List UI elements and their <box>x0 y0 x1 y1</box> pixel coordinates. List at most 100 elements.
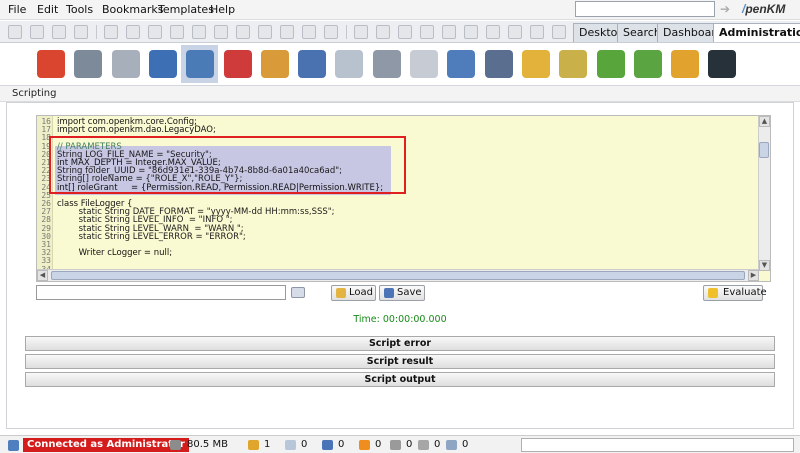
toolbar-add-icon[interactable] <box>148 25 162 39</box>
toolbar-find-icon[interactable] <box>30 25 44 39</box>
tab-administration[interactable]: Administration <box>713 23 800 42</box>
admin-printer-button[interactable] <box>368 45 405 83</box>
toolbar-refresh-icon[interactable] <box>354 25 368 39</box>
floppy-disk-icon <box>384 288 394 298</box>
toolbar-unlock-icon[interactable] <box>126 25 140 39</box>
menu-tools[interactable]: Tools <box>66 3 93 16</box>
code-line: import com.openkm.dao.LegacyDAO; <box>57 125 216 135</box>
horizontal-scrollbar[interactable]: ◀ ▶ <box>37 269 759 281</box>
toolbar-download-icon[interactable] <box>420 25 434 39</box>
line-number: 28 <box>41 215 51 224</box>
admin-monitor-button[interactable] <box>144 45 181 83</box>
toolbar-copy-icon[interactable] <box>280 25 294 39</box>
monitor-icon <box>148 50 177 78</box>
status-count: 0 <box>434 439 441 450</box>
scissors-icon <box>223 50 252 78</box>
toolbar-cancel-icon[interactable] <box>214 25 228 39</box>
vertical-scrollbar[interactable]: ▲ ▼ <box>758 116 770 271</box>
scroll-up-icon[interactable]: ▲ <box>759 116 770 127</box>
settings-gear-icon <box>446 50 475 78</box>
toolbar-scanner-icon[interactable] <box>508 25 522 39</box>
admin-import-button[interactable] <box>629 45 666 83</box>
toolbar-paste-icon[interactable] <box>302 25 316 39</box>
toolbar-workflow-icon[interactable] <box>486 25 500 39</box>
admin-scissors-button[interactable] <box>219 45 256 83</box>
scroll-down-icon[interactable]: ▼ <box>759 260 770 271</box>
toolbar-pdf-icon[interactable] <box>442 25 456 39</box>
toolbar-separator <box>346 25 347 39</box>
subscriptions-icon[interactable] <box>359 440 370 450</box>
admin-report-button[interactable] <box>330 45 367 83</box>
export-icon <box>670 50 699 78</box>
mail-icon[interactable] <box>390 440 401 450</box>
menu-file[interactable]: File <box>8 3 26 16</box>
toolbar: Desktop Search Dashboard Administration <box>0 21 800 43</box>
menu-templates[interactable]: Templates <box>158 3 214 16</box>
scroll-right-icon[interactable]: ▶ <box>748 270 759 281</box>
admin-workflow-button[interactable] <box>480 45 517 83</box>
toolbar-upload-icon[interactable] <box>52 25 66 39</box>
admin-terminal-button[interactable] <box>703 45 740 83</box>
checkout-docs-icon[interactable] <box>322 440 333 450</box>
menu-bookmarks[interactable]: Bookmarks <box>102 3 163 16</box>
toolbar-send-icon[interactable] <box>398 25 412 39</box>
admin-language-button[interactable] <box>554 45 591 83</box>
lightning-icon <box>708 288 718 298</box>
toolbar-lock-icon[interactable] <box>104 25 118 39</box>
breadcrumb: Scripting <box>0 86 800 102</box>
admin-crontab-clock-button[interactable] <box>517 45 554 83</box>
toolbar-checkin-icon[interactable] <box>192 25 206 39</box>
script-output-section[interactable]: Script output <box>25 372 775 387</box>
menu-help[interactable]: Help <box>210 3 235 16</box>
browse-file-icon[interactable] <box>291 287 305 298</box>
folders-icon <box>596 50 625 78</box>
toolbar-uploader-icon[interactable] <box>530 25 544 39</box>
toolbar-checkout-icon[interactable] <box>170 25 184 39</box>
connection-status: Connected as Administrator <box>23 438 189 452</box>
horizontal-scroll-thumb[interactable] <box>51 271 745 280</box>
menu-edit[interactable]: Edit <box>37 3 58 16</box>
admin-home-button[interactable] <box>32 45 69 83</box>
scroll-left-icon[interactable]: ◀ <box>37 270 48 281</box>
admin-tools-button[interactable] <box>69 45 106 83</box>
vertical-scroll-thumb[interactable] <box>759 142 769 158</box>
locked-docs-icon[interactable] <box>285 440 296 450</box>
script-result-section[interactable]: Script result <box>25 354 775 369</box>
workflow-icon <box>484 50 513 78</box>
script-file-input[interactable] <box>36 285 286 300</box>
admin-scripting-button[interactable] <box>181 45 218 83</box>
user-news-icon[interactable] <box>248 440 259 450</box>
toolbar-template-icon[interactable] <box>464 25 478 39</box>
calendar-icon <box>409 50 438 78</box>
admin-folders-button[interactable] <box>592 45 629 83</box>
admin-settings-gear-button[interactable] <box>442 45 479 83</box>
toolbar-folder-icon[interactable] <box>8 25 22 39</box>
toolbar-mail-icon[interactable] <box>376 25 390 39</box>
toolbar-cut-icon[interactable] <box>258 25 272 39</box>
admin-users-button[interactable] <box>256 45 293 83</box>
scripting-panel: 16171819202122232425262728293031323334 i… <box>6 102 794 429</box>
toolbar-delete-icon[interactable] <box>236 25 250 39</box>
attachment-icon[interactable] <box>446 440 457 450</box>
toolbar-bookmark-icon[interactable] <box>324 25 338 39</box>
search-arrow-icon[interactable]: ➔ <box>720 2 734 16</box>
report-icon <box>334 50 363 78</box>
evaluate-button[interactable]: Evaluate <box>703 285 767 301</box>
line-number: 33 <box>41 256 51 265</box>
admin-database-button[interactable] <box>293 45 330 83</box>
memory-usage: 80.5 MB <box>187 439 228 450</box>
status-count: 0 <box>406 439 413 450</box>
admin-calendar-button[interactable] <box>405 45 442 83</box>
quick-search-input[interactable] <box>575 1 715 17</box>
script-editor[interactable]: 16171819202122232425262728293031323334 i… <box>36 115 771 282</box>
script-error-section[interactable]: Script error <box>25 336 775 351</box>
workflow-gear-icon[interactable] <box>418 440 429 450</box>
admin-export-button[interactable] <box>666 45 703 83</box>
printer-icon <box>372 50 401 78</box>
toolbar-reload-icon[interactable] <box>552 25 566 39</box>
save-button[interactable]: Save <box>379 285 425 301</box>
toolbar-print-icon[interactable] <box>74 25 88 39</box>
database-icon <box>297 50 326 78</box>
load-button[interactable]: Load <box>331 285 376 301</box>
admin-property-groups-button[interactable] <box>107 45 144 83</box>
